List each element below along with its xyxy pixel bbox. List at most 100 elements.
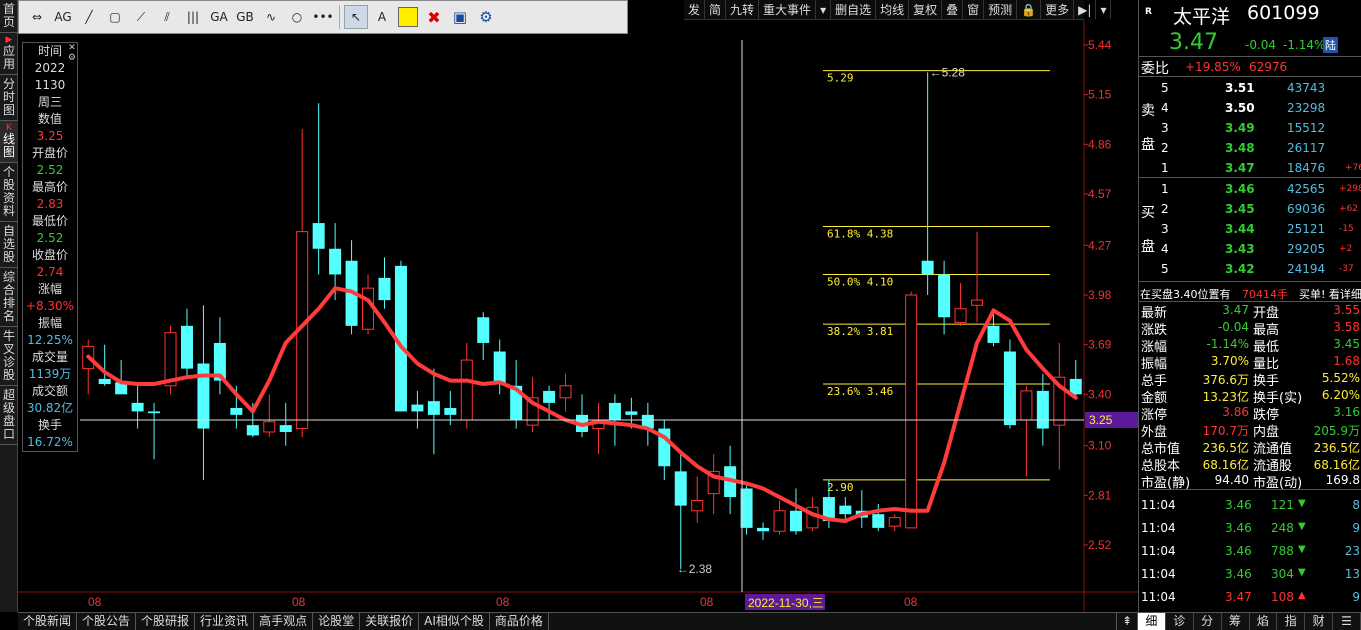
- kline-chart[interactable]: 5.44 5.15 4.86 4.57 4.27 3.98 3.69 3.40 3.10 2.81…: [18, 20, 1138, 612]
- top-menu-item[interactable]: 🔒: [1017, 0, 1042, 19]
- quote-tab[interactable]: 诊: [1166, 613, 1194, 630]
- candle-body[interactable]: [131, 402, 144, 412]
- candle-body[interactable]: [987, 325, 1000, 343]
- bottom-tab[interactable]: 商品价格: [490, 613, 549, 630]
- top-menu-item[interactable]: 发: [684, 0, 706, 19]
- line-icon[interactable]: ╱: [77, 5, 101, 29]
- ag-icon[interactable]: AG: [51, 5, 75, 29]
- top-menu-item[interactable]: 复权: [909, 0, 943, 19]
- candle-body[interactable]: [1069, 378, 1082, 395]
- candle-body[interactable]: [246, 425, 259, 436]
- candle-body[interactable]: [230, 408, 243, 415]
- top-menu-item[interactable]: ▶|: [1074, 0, 1097, 19]
- delete-icon[interactable]: ✖: [422, 5, 446, 29]
- candle-body[interactable]: [180, 325, 193, 369]
- left-nav-item[interactable]: K 线图: [0, 121, 18, 163]
- left-nav-item[interactable]: ▶ 应用: [0, 33, 18, 75]
- left-nav-item[interactable]: 个股资料: [0, 163, 18, 222]
- candle-body[interactable]: [1003, 351, 1016, 426]
- bottom-tab[interactable]: AI相似个股: [419, 613, 490, 630]
- candle-body[interactable]: [444, 408, 457, 415]
- candle-body[interactable]: [148, 411, 161, 414]
- pan-icon[interactable]: ⇔: [25, 5, 49, 29]
- candle-body[interactable]: [460, 359, 473, 421]
- top-menu-item[interactable]: 九转: [726, 0, 760, 19]
- candle-body[interactable]: [98, 378, 111, 385]
- left-nav-item[interactable]: 牛叉诊股: [0, 327, 18, 386]
- text-icon[interactable]: A: [370, 5, 394, 29]
- bottom-tab[interactable]: 行业资讯: [195, 613, 255, 630]
- candle-body[interactable]: [329, 248, 342, 275]
- quote-tab[interactable]: 筹: [1222, 613, 1250, 630]
- channel-icon[interactable]: ⫽: [155, 5, 179, 29]
- close-icon[interactable]: ✕ ⚙: [68, 43, 76, 63]
- bottom-tab[interactable]: 论股堂: [313, 613, 361, 630]
- quote-tab[interactable]: 财: [1305, 613, 1334, 630]
- top-menu-item[interactable]: 简: [705, 0, 727, 19]
- quote-tab[interactable]: ☰: [1333, 613, 1361, 630]
- candle-body[interactable]: [773, 510, 786, 532]
- gb-icon[interactable]: GB: [233, 5, 257, 29]
- candle-body[interactable]: [905, 294, 918, 529]
- top-menu-item[interactable]: 预测: [984, 0, 1018, 19]
- candle-body[interactable]: [625, 411, 638, 415]
- circle-icon[interactable]: ○: [285, 5, 309, 29]
- scroll-top-icon[interactable]: ⇞: [1115, 613, 1138, 630]
- ga-icon[interactable]: GA: [207, 5, 231, 29]
- fan-icon[interactable]: ⟋: [129, 5, 153, 29]
- candle-body[interactable]: [378, 277, 391, 301]
- candle-body[interactable]: [312, 223, 325, 249]
- candle-body[interactable]: [427, 401, 440, 415]
- candle-body[interactable]: [789, 510, 802, 532]
- left-nav-item[interactable]: 超级盘口: [0, 386, 18, 445]
- left-nav-item[interactable]: 自选股: [0, 222, 18, 268]
- top-menu-item[interactable]: 窗: [963, 0, 985, 19]
- bottom-tab[interactable]: 个股新闻: [18, 613, 78, 630]
- bottom-tab[interactable]: 关联报价: [360, 613, 420, 630]
- candle-body[interactable]: [477, 317, 490, 343]
- bottom-tab[interactable]: 个股公告: [77, 613, 137, 630]
- left-nav-item[interactable]: 分时图: [0, 75, 18, 121]
- candle-body[interactable]: [971, 299, 984, 306]
- chart-svg[interactable]: 5.44 5.15 4.86 4.57 4.27 3.98 3.69 3.40 3.10 2.81…: [18, 20, 1138, 612]
- candle-body[interactable]: [263, 421, 276, 433]
- bottom-tab[interactable]: 高手观点: [254, 613, 314, 630]
- bars-icon[interactable]: |||: [181, 5, 205, 29]
- candle-body[interactable]: [757, 527, 770, 532]
- candle-body[interactable]: [691, 499, 704, 512]
- candle-body[interactable]: [608, 402, 621, 420]
- candle-body[interactable]: [954, 308, 967, 323]
- top-menu-item[interactable]: ▾: [1096, 0, 1112, 19]
- candle-body[interactable]: [1036, 390, 1049, 429]
- candle-body[interactable]: [938, 274, 951, 318]
- cursor-icon[interactable]: ↖: [344, 5, 368, 29]
- quote-tab[interactable]: 指: [1277, 613, 1306, 630]
- top-menu-item[interactable]: 均线: [876, 0, 910, 19]
- candle-body[interactable]: [1020, 390, 1033, 421]
- wave-icon[interactable]: ∿: [259, 5, 283, 29]
- candle-body[interactable]: [888, 517, 901, 527]
- left-nav-item[interactable]: 首页: [0, 0, 18, 33]
- candle-body[interactable]: [411, 404, 424, 412]
- rect-icon[interactable]: ▢: [103, 5, 127, 29]
- candle-body[interactable]: [279, 425, 292, 432]
- top-menu-item[interactable]: 叠: [942, 0, 964, 19]
- candle-body[interactable]: [921, 260, 934, 275]
- quote-tab[interactable]: 分: [1194, 613, 1222, 630]
- candle-body[interactable]: [197, 363, 210, 429]
- candle-body[interactable]: [674, 471, 687, 506]
- color-swatch[interactable]: [396, 5, 420, 29]
- more-icon[interactable]: •••: [311, 5, 335, 29]
- top-menu-item[interactable]: ▾: [816, 0, 832, 19]
- gear-icon[interactable]: ⚙: [474, 5, 498, 29]
- top-menu-item[interactable]: 删自选: [831, 0, 877, 19]
- candle-body[interactable]: [493, 351, 506, 385]
- top-menu-item[interactable]: 重大事件: [759, 0, 817, 19]
- quote-tab[interactable]: 焰: [1250, 613, 1278, 630]
- bottom-tab[interactable]: 个股研报: [136, 613, 196, 630]
- candle-body[interactable]: [559, 385, 572, 399]
- save-icon[interactable]: ▣: [448, 5, 472, 29]
- candle-body[interactable]: [872, 514, 885, 528]
- left-nav-item[interactable]: 综合排名: [0, 268, 18, 327]
- top-menu-item[interactable]: 更多: [1041, 0, 1075, 19]
